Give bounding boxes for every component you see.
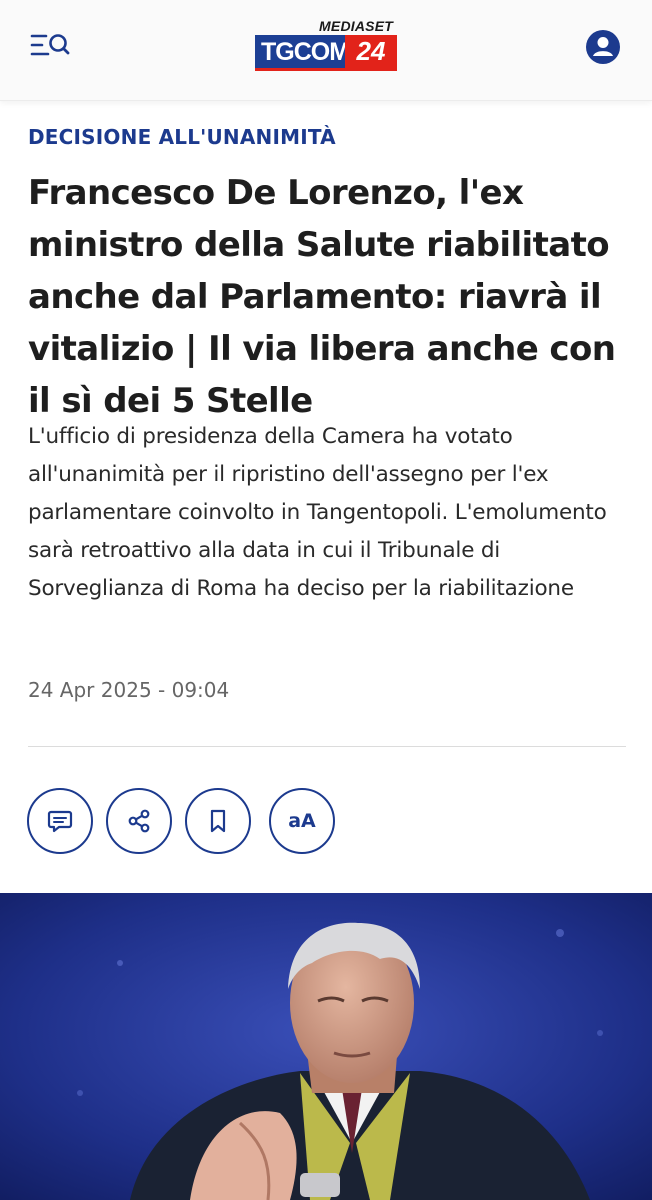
article-summary: L'ufficio di presidenza della Camera ha … <box>28 424 607 601</box>
comment-icon <box>47 810 73 833</box>
article-title: Francesco De Lorenzo, l'ex ministro dell… <box>28 173 616 421</box>
logo-box: TGCOM 24 <box>255 35 397 71</box>
tgcom24-logo[interactable]: MEDIASET TGCOM 24 <box>255 18 397 74</box>
logo-number-text: 24 <box>345 35 397 68</box>
divider <box>28 746 626 747</box>
font-size-button[interactable]: aA <box>269 788 335 854</box>
article-date: 24 Apr 2025 - 09:04 <box>28 678 230 702</box>
user-account-icon <box>586 30 620 64</box>
share-icon <box>128 809 150 833</box>
logo-mediaset-text: MEDIASET <box>319 18 393 34</box>
bookmark-button[interactable] <box>185 788 251 854</box>
lead-photo-image <box>0 893 652 1200</box>
bookmark-icon <box>210 809 226 833</box>
lead-photo[interactable] <box>0 893 652 1200</box>
article-kicker: DECISIONE ALL'UNANIMITÀ <box>28 125 336 149</box>
share-button[interactable] <box>106 788 172 854</box>
menu-search-button[interactable] <box>28 28 74 64</box>
comment-button[interactable] <box>27 788 93 854</box>
site-header: MEDIASET TGCOM 24 <box>0 0 652 101</box>
article-actions: aA <box>27 788 347 854</box>
menu-search-icon <box>30 34 70 56</box>
user-account-button[interactable] <box>584 28 622 66</box>
font-size-label: aA <box>288 810 316 832</box>
logo-brand-text: TGCOM <box>261 38 350 66</box>
